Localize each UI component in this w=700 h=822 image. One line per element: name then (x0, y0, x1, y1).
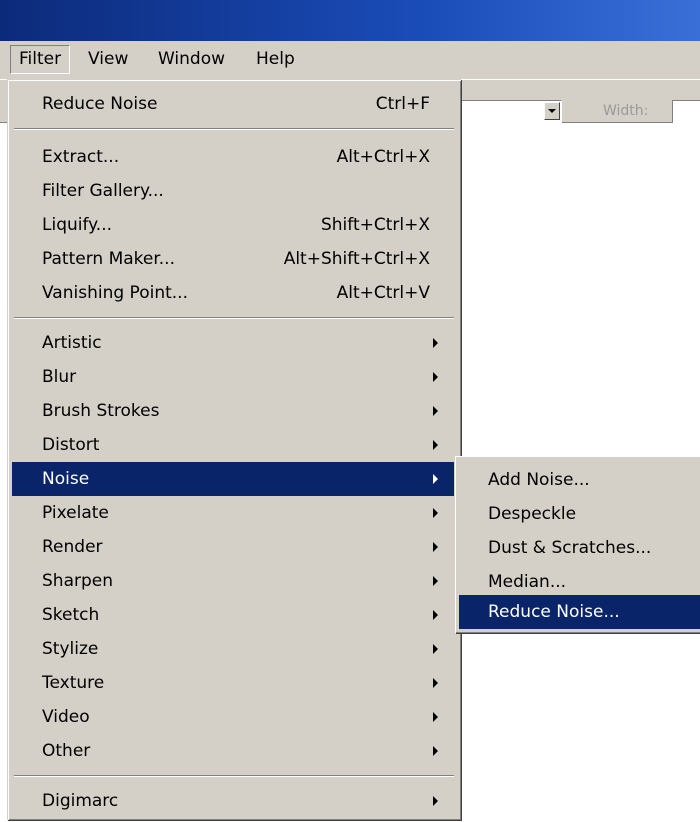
submenu-arrow-icon (433, 542, 438, 552)
chevron-down-icon[interactable] (544, 102, 560, 120)
menu-view[interactable]: View (80, 45, 136, 74)
submenu-item-add-noise[interactable]: Add Noise... (459, 463, 700, 497)
menu-item-noise[interactable]: Noise (12, 462, 454, 496)
menu-separator (14, 317, 454, 319)
submenu-item-reduce-noise[interactable]: Reduce Noise... (459, 595, 700, 629)
menu-item-shortcut: Shift+Ctrl+X (320, 215, 430, 235)
menu-window[interactable]: Window (150, 45, 233, 74)
menu-help[interactable]: Help (248, 45, 303, 74)
submenu-arrow-icon (433, 712, 438, 722)
photoshop-window: Filter View Window Help Width: Reduce No… (0, 0, 700, 822)
menu-item-sketch[interactable]: Sketch (12, 598, 454, 632)
submenu-arrow-icon (433, 746, 438, 756)
menu-item-label: Digimarc (42, 791, 119, 811)
menu-item-label: Stylize (42, 639, 99, 659)
submenu-item-label: Despeckle (488, 504, 577, 524)
menu-item-other[interactable]: Other (12, 734, 454, 768)
menu-item-label: Video (42, 707, 90, 727)
menu-item-label: Reduce Noise (42, 94, 158, 114)
submenu-item-dust-scratches[interactable]: Dust & Scratches... (459, 531, 700, 565)
menu-filter[interactable]: Filter (10, 45, 71, 74)
submenu-item-label: Reduce Noise... (488, 602, 620, 622)
submenu-item-label: Add Noise... (488, 470, 590, 490)
submenu-item-label: Dust & Scratches... (488, 538, 652, 558)
menu-item-label: Extract... (42, 147, 120, 167)
submenu-item-label: Median... (488, 572, 567, 592)
width-field[interactable] (672, 100, 700, 123)
submenu-arrow-icon (433, 644, 438, 654)
menu-item-artistic[interactable]: Artistic (12, 326, 454, 360)
submenu-item-despeckle[interactable]: Despeckle (459, 497, 700, 531)
menu-separator (14, 775, 454, 777)
submenu-item-median[interactable]: Median... (459, 565, 700, 599)
title-bar (0, 0, 700, 41)
menu-item-label: Brush Strokes (42, 401, 160, 421)
menu-item-shortcut: Ctrl+F (375, 94, 430, 114)
menu-item-label: Liquify... (42, 215, 113, 235)
menu-item-pattern-maker[interactable]: Pattern Maker... Alt+Shift+Ctrl+X (12, 242, 454, 276)
menu-item-label: Sharpen (42, 571, 113, 591)
menu-item-distort[interactable]: Distort (12, 428, 454, 462)
menu-item-pixelate[interactable]: Pixelate (12, 496, 454, 530)
menu-separator (14, 128, 454, 130)
filter-menu: Reduce Noise Ctrl+F Extract... Alt+Ctrl+… (7, 79, 461, 820)
menu-item-texture[interactable]: Texture (12, 666, 454, 700)
menu-item-shortcut: Alt+Shift+Ctrl+X (283, 249, 430, 269)
menu-item-label: Pattern Maker... (42, 249, 175, 269)
menu-item-video[interactable]: Video (12, 700, 454, 734)
menu-item-label: Sketch (42, 605, 100, 625)
submenu-arrow-icon (433, 576, 438, 586)
menu-item-brush-strokes[interactable]: Brush Strokes (12, 394, 454, 428)
menu-item-extract[interactable]: Extract... Alt+Ctrl+X (12, 140, 454, 174)
menu-item-vanishing-point[interactable]: Vanishing Point... Alt+Ctrl+V (12, 276, 454, 310)
submenu-arrow-icon (433, 474, 438, 484)
menu-item-digimarc[interactable]: Digimarc (12, 784, 454, 818)
menu-item-label: Blur (42, 367, 77, 387)
menu-item-label: Distort (42, 435, 100, 455)
menu-item-label: Render (42, 537, 103, 557)
menu-item-filter-gallery[interactable]: Filter Gallery... (12, 174, 454, 208)
noise-submenu: Add Noise... Despeckle Dust & Scratches.… (455, 456, 700, 633)
menu-item-stylize[interactable]: Stylize (12, 632, 454, 666)
menu-item-label: Artistic (42, 333, 102, 353)
menu-item-label: Pixelate (42, 503, 109, 523)
submenu-arrow-icon (433, 406, 438, 416)
menu-item-render[interactable]: Render (12, 530, 454, 564)
submenu-arrow-icon (433, 610, 438, 620)
menu-item-label: Filter Gallery... (42, 181, 164, 201)
submenu-arrow-icon (433, 678, 438, 688)
submenu-arrow-icon (433, 440, 438, 450)
submenu-arrow-icon (433, 508, 438, 518)
menu-item-liquify[interactable]: Liquify... Shift+Ctrl+X (12, 208, 454, 242)
menu-item-last-filter[interactable]: Reduce Noise Ctrl+F (12, 87, 454, 121)
menu-item-label: Other (42, 741, 91, 761)
menu-item-sharpen[interactable]: Sharpen (12, 564, 454, 598)
width-label: Width: (603, 103, 649, 119)
menu-item-shortcut: Alt+Ctrl+X (336, 147, 430, 167)
menu-item-shortcut: Alt+Ctrl+V (336, 283, 430, 303)
menu-item-blur[interactable]: Blur (12, 360, 454, 394)
menu-bar: Filter View Window Help (0, 41, 700, 80)
submenu-arrow-icon (433, 372, 438, 382)
menu-item-label: Texture (42, 673, 105, 693)
submenu-arrow-icon (433, 338, 438, 348)
menu-item-label: Noise (42, 469, 90, 489)
menu-item-label: Vanishing Point... (42, 283, 188, 303)
submenu-arrow-icon (433, 796, 438, 806)
